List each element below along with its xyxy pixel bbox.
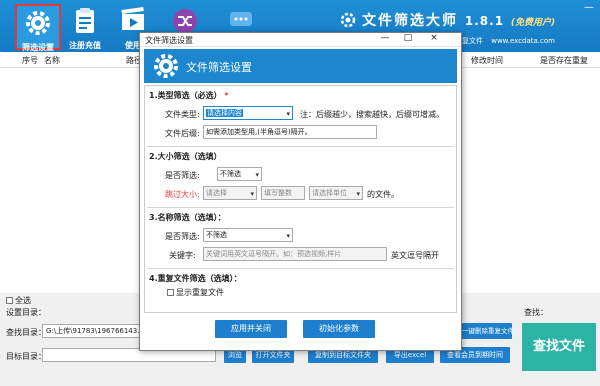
section-type-filter: 1.类型筛选（必选） * <box>149 90 229 101</box>
checkbox-box[interactable] <box>167 289 174 296</box>
init-params-button[interactable]: 初始化参数 <box>303 320 375 338</box>
col-modified[interactable]: 修改时间 <box>471 55 503 66</box>
delete-duplicates-button[interactable]: 一键删除重复文件 <box>462 323 512 339</box>
section-divider <box>147 207 454 208</box>
checkbox-box[interactable] <box>6 297 13 304</box>
brand-tag: (免费用户) <box>510 18 556 28</box>
find-dir-input[interactable]: G:\上传\91783\196766143.jp <box>42 324 140 338</box>
brand-logo-icon <box>340 12 356 28</box>
size-number-input[interactable]: 填写整数 <box>261 186 305 200</box>
file-type-select[interactable]: 请选择内容 ▾ <box>203 106 293 120</box>
filter-settings-dialog: 文件筛选设置 — □ × 文件筛选设置 1.类型筛选（必选） * 文件类型: 请… <box>139 32 462 351</box>
dialog-minimize-button[interactable]: — <box>377 33 393 43</box>
name-filter-select[interactable]: 不筛选 ▾ <box>203 228 293 242</box>
section-type-title: 1.类型筛选（必选） <box>149 91 222 100</box>
col-duplicate[interactable]: 是否存在重复 <box>540 55 588 66</box>
dialog-body: 1.类型筛选（必选） * 文件类型: 请选择内容 ▾ 注：后缀越少，搜索越快，后… <box>144 85 457 313</box>
section-duplicate-filter: 4.重复文件筛选（选填）： <box>149 273 242 284</box>
keyword-note: 英文逗号隔开 <box>391 251 439 260</box>
size-filter-value: 不筛选 <box>220 170 241 178</box>
dialog-maximize-button[interactable]: □ <box>400 33 416 43</box>
col-name[interactable]: 名称 <box>44 55 60 66</box>
name-filter-label: 是否筛选: <box>165 232 200 241</box>
brand-version: 1.8.1 <box>464 14 505 28</box>
window-controls: — <box>584 2 594 13</box>
section-duplicate-title: 4.重复文件筛选（选填）： <box>149 274 242 283</box>
keyword-input[interactable]: 关键词用英文逗号隔开。如：预选视频,样片 <box>203 247 387 261</box>
tool-filter-settings[interactable]: 筛选设置 <box>15 4 61 52</box>
section-divider <box>147 268 454 269</box>
settings-dir-label: 设置目录： <box>6 308 46 317</box>
gear-icon <box>154 54 178 78</box>
size-unit-value: 请选择单位 <box>312 189 347 197</box>
dialog-close-button[interactable]: × <box>426 33 442 43</box>
find-label: 查找： <box>524 308 548 317</box>
chevron-down-icon: ▾ <box>286 110 290 118</box>
file-type-label: 文件类型: <box>165 110 200 119</box>
find-files-button[interactable]: 查找文件 <box>522 323 596 371</box>
keyword-label: 关键字: <box>169 251 196 260</box>
section-name-filter: 3.名称筛选（选填）： <box>149 212 226 223</box>
file-suffix-label: 文件后缀: <box>165 129 200 138</box>
size-filter-label: 是否筛选: <box>165 171 200 180</box>
size-operator-select[interactable]: 请选择 ▾ <box>203 186 257 200</box>
file-type-value: 请选择内容 <box>206 109 243 117</box>
clipboard-icon <box>76 8 94 33</box>
chevron-down-icon: ▾ <box>356 190 360 198</box>
dialog-banner: 文件筛选设置 <box>144 49 457 83</box>
chevron-down-icon: ▾ <box>255 171 259 179</box>
apply-and-close-button[interactable]: 应用并关闭 <box>215 320 287 338</box>
size-operator-value: 请选择 <box>206 189 227 197</box>
brand-title: 文件筛选大师 1.8.1 (免费用户) <box>362 10 555 30</box>
header-links: 重复文件 www.excdata.com <box>455 36 561 46</box>
dialog-titlebar[interactable]: 文件筛选设置 — □ × <box>140 33 461 47</box>
show-duplicates-checkbox[interactable]: 显示重复文件 <box>167 287 224 298</box>
col-index[interactable]: 序号 <box>22 55 38 66</box>
size-unit-select[interactable]: 请选择单位 ▾ <box>309 186 363 200</box>
size-filter-select[interactable]: 不筛选 ▾ <box>217 167 262 181</box>
size-suffix-text: 的文件。 <box>367 190 399 199</box>
minimize-button[interactable]: — <box>584 2 594 13</box>
file-type-note: 注：后缀越少，搜索越快，后缀可增减。 <box>300 110 444 119</box>
dialog-banner-title: 文件筛选设置 <box>186 61 252 74</box>
select-all-checkbox[interactable]: 全选 <box>6 295 31 306</box>
section-name-title: 3.名称筛选（选填）： <box>149 213 226 222</box>
brand-name: 文件筛选大师 <box>362 13 458 29</box>
skip-size-label: 跳过大小: <box>165 190 200 199</box>
target-dir-label: 目标目录： <box>6 352 46 361</box>
gear-icon <box>26 11 50 35</box>
section-size-title: 2.大小筛选（选填） <box>149 152 222 161</box>
required-mark: * <box>224 91 229 100</box>
chevron-down-icon: ▾ <box>286 232 290 240</box>
dialog-title: 文件筛选设置 <box>145 36 193 45</box>
select-all-label: 全选 <box>15 296 31 305</box>
tool-register-recharge[interactable]: 注册充值 <box>62 4 108 50</box>
chevron-down-icon: ▾ <box>250 190 254 198</box>
show-duplicates-label: 显示重复文件 <box>176 288 224 297</box>
file-suffix-input[interactable]: 如需添加类型用,(半角逗号)隔开。 <box>203 125 377 139</box>
find-dir-label: 查找目录： <box>6 328 46 337</box>
header-link-website[interactable]: www.excdata.com <box>491 37 555 45</box>
section-size-filter: 2.大小筛选（选填） <box>149 151 222 162</box>
tool-label: 注册充值 <box>69 41 101 50</box>
section-divider <box>147 146 454 147</box>
name-filter-value: 不筛选 <box>206 231 227 239</box>
